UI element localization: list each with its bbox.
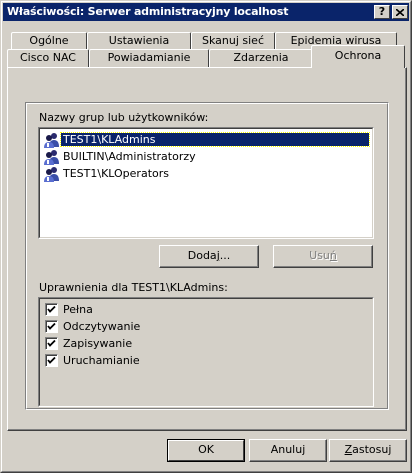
window-title: Właściwości: Serwer administracyjny loca…	[7, 5, 289, 18]
tab-cisco-nac[interactable]: Cisco NAC	[7, 49, 89, 67]
list-item[interactable]: TEST1\KLAdmins	[42, 132, 370, 148]
user-group-icon	[44, 150, 59, 165]
list-item[interactable]: BUILTIN\Administratorzy	[42, 149, 370, 165]
list-item-label: TEST1\KLOperators	[63, 167, 169, 180]
button-frame	[168, 440, 244, 461]
checkmark-icon	[47, 322, 56, 330]
add-button[interactable]: Dodaj...	[159, 245, 259, 268]
checkbox-read[interactable]	[45, 320, 58, 333]
tab-skanuj-siec[interactable]: Skanuj sieć	[191, 32, 275, 49]
checkbox-execute[interactable]	[45, 354, 58, 367]
checkmark-icon	[47, 305, 56, 313]
button-frame	[160, 246, 258, 267]
button-frame	[330, 440, 406, 461]
permission-label: Uruchamianie	[63, 354, 140, 367]
list-item[interactable]: TEST1\KLOperators	[42, 166, 370, 182]
permission-label: Pełna	[63, 303, 93, 316]
permission-execute[interactable]: Uruchamianie	[45, 354, 345, 370]
close-icon	[395, 8, 405, 17]
checkmark-icon	[47, 339, 56, 347]
checkbox-full[interactable]	[45, 303, 58, 316]
groups-listbox[interactable]: TEST1\KLAdmins BUILTIN\Administratorzy T…	[38, 127, 374, 239]
title-bar[interactable]: Właściwości: Serwer administracyjny loca…	[3, 3, 409, 21]
button-frame	[250, 440, 326, 461]
button-frame	[274, 246, 372, 267]
properties-dialog: Właściwości: Serwer administracyjny loca…	[0, 0, 412, 473]
apply-button[interactable]: Zastosuj	[329, 439, 407, 462]
user-group-icon	[44, 167, 59, 182]
list-item-label: BUILTIN\Administratorzy	[63, 150, 196, 163]
user-group-icon	[44, 133, 59, 148]
ok-button[interactable]: OK	[167, 439, 245, 462]
permission-label: Odczytywanie	[63, 320, 141, 333]
close-button[interactable]	[392, 5, 408, 19]
permission-label: Zapisywanie	[63, 337, 133, 350]
permissions-label: Uprawnienia dla TEST1\KLAdmins:	[39, 281, 228, 294]
tab-ustawienia[interactable]: Ustawienia	[87, 32, 191, 49]
permissions-list: Pełna Odczytywanie Zapisywanie Uruchamia…	[38, 297, 374, 407]
checkmark-icon	[47, 356, 56, 364]
tab-powiadamianie[interactable]: Powiadamianie	[89, 49, 209, 67]
cancel-button[interactable]: Anuluj	[249, 439, 327, 462]
tab-zdarzenia[interactable]: Zdarzenia	[209, 49, 313, 67]
permission-write[interactable]: Zapisywanie	[45, 337, 345, 353]
checkbox-write[interactable]	[45, 337, 58, 350]
tab-ochrona[interactable]: Ochrona	[311, 45, 405, 68]
permission-full[interactable]: Pełna	[45, 303, 345, 319]
help-button[interactable]: ?	[374, 5, 390, 19]
remove-button[interactable]: Usuń	[273, 245, 373, 268]
groups-label: Nazwy grup lub użytkowników:	[39, 111, 209, 124]
permission-read[interactable]: Odczytywanie	[45, 320, 345, 336]
list-item-label: TEST1\KLAdmins	[60, 132, 370, 147]
tab-ogolne[interactable]: Ogólne	[11, 32, 87, 49]
